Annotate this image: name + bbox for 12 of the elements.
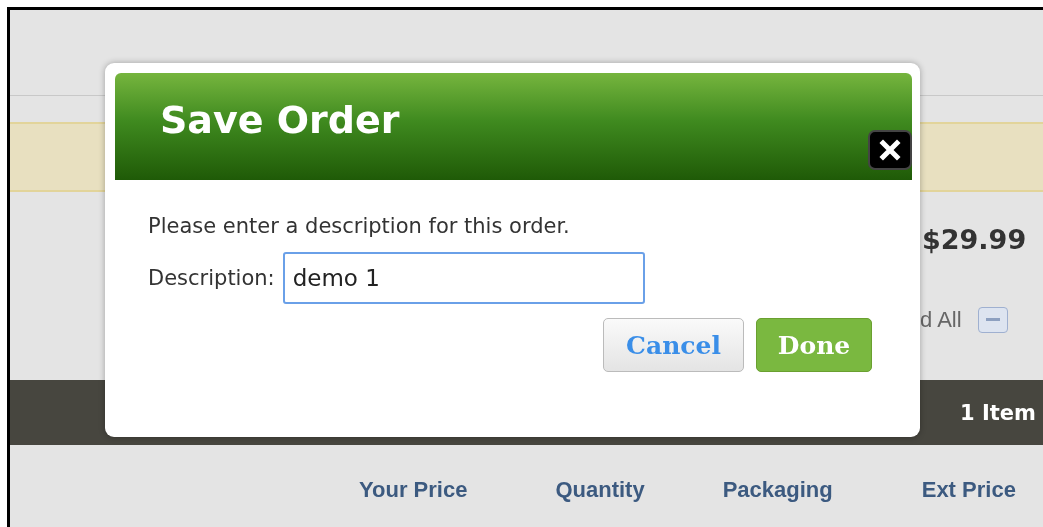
column-header: Packaging — [722, 477, 833, 503]
column-header: Ext Price — [921, 477, 1016, 503]
toggle-link[interactable]: d All — [920, 307, 962, 333]
item-count: 1 Item — [960, 400, 1036, 425]
price-text: $29.99 — [922, 223, 1027, 255]
column-header: Quantity — [555, 477, 645, 503]
cancel-button[interactable]: Cancel — [603, 318, 744, 372]
dialog-title: Save Order — [160, 97, 400, 142]
dialog-message: Please enter a description for this order. — [148, 214, 571, 238]
column-header: Your Price — [359, 477, 468, 503]
field-label: Description: — [148, 266, 275, 290]
description-field[interactable]: demo 1 — [282, 252, 645, 304]
